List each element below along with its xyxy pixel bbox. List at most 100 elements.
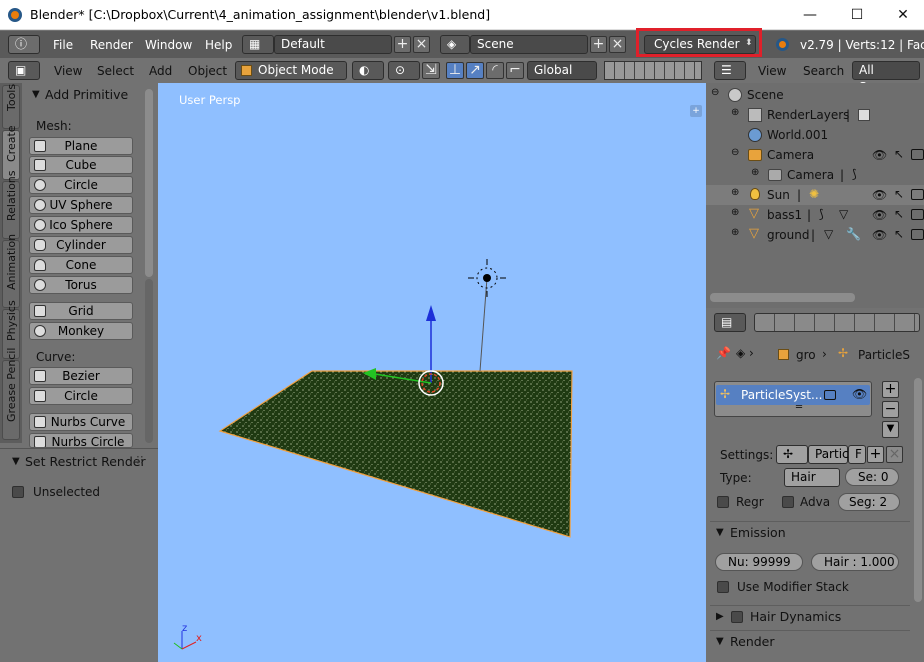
hair-length-field[interactable]: Hair : 1.000 — [811, 553, 899, 571]
close-button[interactable]: ✕ — [880, 0, 924, 30]
expand-icon[interactable]: ⊕ — [731, 207, 739, 218]
add-grid-button[interactable]: Grid — [29, 302, 133, 320]
orientation-select[interactable]: Global — [527, 61, 597, 80]
expand-icon[interactable]: ⊕ — [731, 227, 739, 238]
menu-render[interactable]: Render — [90, 38, 133, 52]
pivot-select-icon[interactable]: ⊙ — [388, 61, 420, 80]
add-cube-button[interactable]: Cube — [29, 156, 133, 174]
add-nurbs-circle-button[interactable]: Nurbs Circle — [29, 433, 133, 448]
particle-specials-button[interactable]: ▼ — [882, 421, 899, 438]
screen-layout-field[interactable]: Default — [274, 35, 392, 54]
use-modifier-stack-checkbox[interactable] — [717, 581, 729, 593]
seed-field[interactable]: Se: 0 — [845, 468, 899, 486]
editor-type-properties-icon[interactable]: ▤ — [714, 313, 746, 332]
select-arrow-icon[interactable]: ↖ — [894, 147, 904, 161]
manipulator-toggle-icon[interactable]: ⇲ — [422, 62, 440, 79]
add-torus-button[interactable]: Torus — [29, 276, 133, 294]
number-field[interactable]: Nu: 99999 — [715, 553, 803, 571]
render-camera-icon[interactable] — [911, 189, 924, 200]
rotate-icon[interactable]: ◜ — [486, 62, 504, 79]
context-tabs[interactable] — [754, 313, 920, 332]
panel-expand-icon[interactable]: ▶ — [716, 611, 724, 622]
add-cylinder-button[interactable]: Cylinder — [29, 236, 133, 254]
expand-icon[interactable]: ⊕ — [731, 107, 739, 118]
maximize-button[interactable]: ☐ — [834, 0, 880, 30]
menu-help[interactable]: Help — [205, 38, 232, 52]
expand-icon[interactable]: ⊕ — [731, 187, 739, 198]
menu-file[interactable]: File — [53, 38, 73, 52]
panel-collapse-icon[interactable]: ▼ — [716, 636, 724, 647]
menu-object[interactable]: Object — [188, 64, 227, 78]
3d-viewport[interactable]: User Persp + z x — [158, 83, 706, 662]
outliner-scrollbar[interactable] — [710, 293, 855, 302]
hair-dynamics-checkbox[interactable] — [731, 611, 743, 623]
remove-screen-button[interactable]: × — [413, 36, 430, 53]
unselected-checkbox[interactable] — [12, 486, 24, 498]
remove-particle-system-button[interactable]: − — [882, 401, 899, 418]
add-curve-circle-button[interactable]: Circle — [29, 387, 133, 405]
outliner-row-renderlayers[interactable]: ⊕ RenderLayers | — [706, 105, 924, 125]
render-camera-icon[interactable] — [911, 149, 924, 160]
tab-animation[interactable]: Animation — [2, 234, 20, 308]
settings-name-field[interactable]: Partic — [808, 445, 849, 464]
fake-user-button[interactable]: F — [848, 445, 866, 464]
unlink-settings-button[interactable]: × — [886, 446, 903, 463]
properties-scrollbar[interactable] — [914, 378, 922, 602]
editor-type-info-icon[interactable]: ⓘ — [8, 35, 40, 54]
shading-select-icon[interactable]: ◐ — [352, 61, 384, 80]
add-monkey-button[interactable]: Monkey — [29, 322, 133, 340]
add-cone-button[interactable]: Cone — [29, 256, 133, 274]
select-arrow-icon[interactable]: ↖ — [894, 207, 904, 221]
add-nurbs-curve-button[interactable]: Nurbs Curve — [29, 413, 133, 431]
settings-browse-icon[interactable]: ✢ — [776, 445, 808, 464]
remove-scene-button[interactable]: × — [609, 36, 626, 53]
add-scene-button[interactable]: + — [590, 36, 607, 53]
render-camera-icon[interactable] — [911, 209, 924, 220]
panel-collapse-icon[interactable]: ▼ — [32, 89, 40, 100]
expand-icon[interactable]: ⊕ — [751, 167, 759, 178]
select-arrow-icon[interactable]: ↖ — [894, 227, 904, 241]
add-screen-button[interactable]: + — [394, 36, 411, 53]
add-plane-button[interactable]: Plane — [29, 137, 133, 155]
outliner-row-bass1[interactable]: ⊕ ▽ bass1 | ⟆ ▽ 👁 ↖ — [706, 205, 924, 225]
type-select[interactable]: Hair — [784, 468, 840, 487]
add-uv-sphere-button[interactable]: UV Sphere — [29, 196, 133, 214]
transform-axis-icon[interactable]: ⊥ — [446, 62, 464, 79]
minimize-button[interactable]: — — [787, 0, 833, 30]
outliner-row-sun[interactable]: ⊕ Sun | ✺ 👁 ↖ — [706, 185, 924, 205]
outliner-menu-view[interactable]: View — [758, 64, 786, 78]
layers-grid[interactable] — [604, 61, 702, 80]
render-engine-select[interactable]: Cycles Render — [644, 35, 756, 54]
visibility-eye-icon[interactable]: 👁 — [852, 387, 867, 401]
visibility-eye-icon[interactable]: 👁 — [872, 148, 887, 162]
scale-icon[interactable]: ⌐ — [506, 62, 524, 79]
panel-collapse-icon[interactable]: ▼ — [12, 456, 20, 467]
outliner-row-camera-data[interactable]: ⊕ Camera | ⟆ — [706, 165, 924, 185]
new-settings-button[interactable]: + — [867, 446, 884, 463]
add-bezier-button[interactable]: Bezier — [29, 367, 133, 385]
list-resize-icon[interactable]: ═ — [796, 402, 802, 413]
panel-scrollbar[interactable] — [145, 89, 153, 277]
outliner-menu-search[interactable]: Search — [803, 64, 844, 78]
pin-icon[interactable]: 📌 — [716, 346, 731, 360]
render-camera-icon[interactable] — [911, 229, 924, 240]
editor-type-outliner-icon[interactable]: ☰ — [714, 61, 746, 80]
scene-browse-icon[interactable]: ◈ — [440, 35, 470, 54]
render-camera-icon[interactable] — [824, 390, 836, 400]
visibility-eye-icon[interactable]: 👁 — [872, 188, 887, 202]
add-particle-system-button[interactable]: + — [882, 381, 899, 398]
visibility-eye-icon[interactable]: 👁 — [872, 228, 887, 242]
outliner-row-camera[interactable]: ⊖ Camera 👁 ↖ — [706, 145, 924, 165]
menu-add[interactable]: Add — [149, 64, 172, 78]
outliner-filter-select[interactable]: All Scenes — [852, 61, 920, 94]
segments-field[interactable]: Seg: 2 — [838, 493, 900, 511]
outliner-row-ground[interactable]: ⊕ ▽ ground | ▽ 🔧 👁 ↖ — [706, 225, 924, 245]
editor-type-3dview-icon[interactable]: ▣ — [8, 61, 40, 80]
add-ico-sphere-button[interactable]: Ico Sphere — [29, 216, 133, 234]
tab-relations[interactable]: Relations — [2, 170, 20, 239]
panel-collapse-icon[interactable]: ▼ — [716, 527, 724, 538]
add-circle-button[interactable]: Circle — [29, 176, 133, 194]
outliner-row-world[interactable]: World.001 — [706, 125, 924, 145]
scene-field[interactable]: Scene — [470, 35, 588, 54]
select-arrow-icon[interactable]: ↖ — [894, 187, 904, 201]
